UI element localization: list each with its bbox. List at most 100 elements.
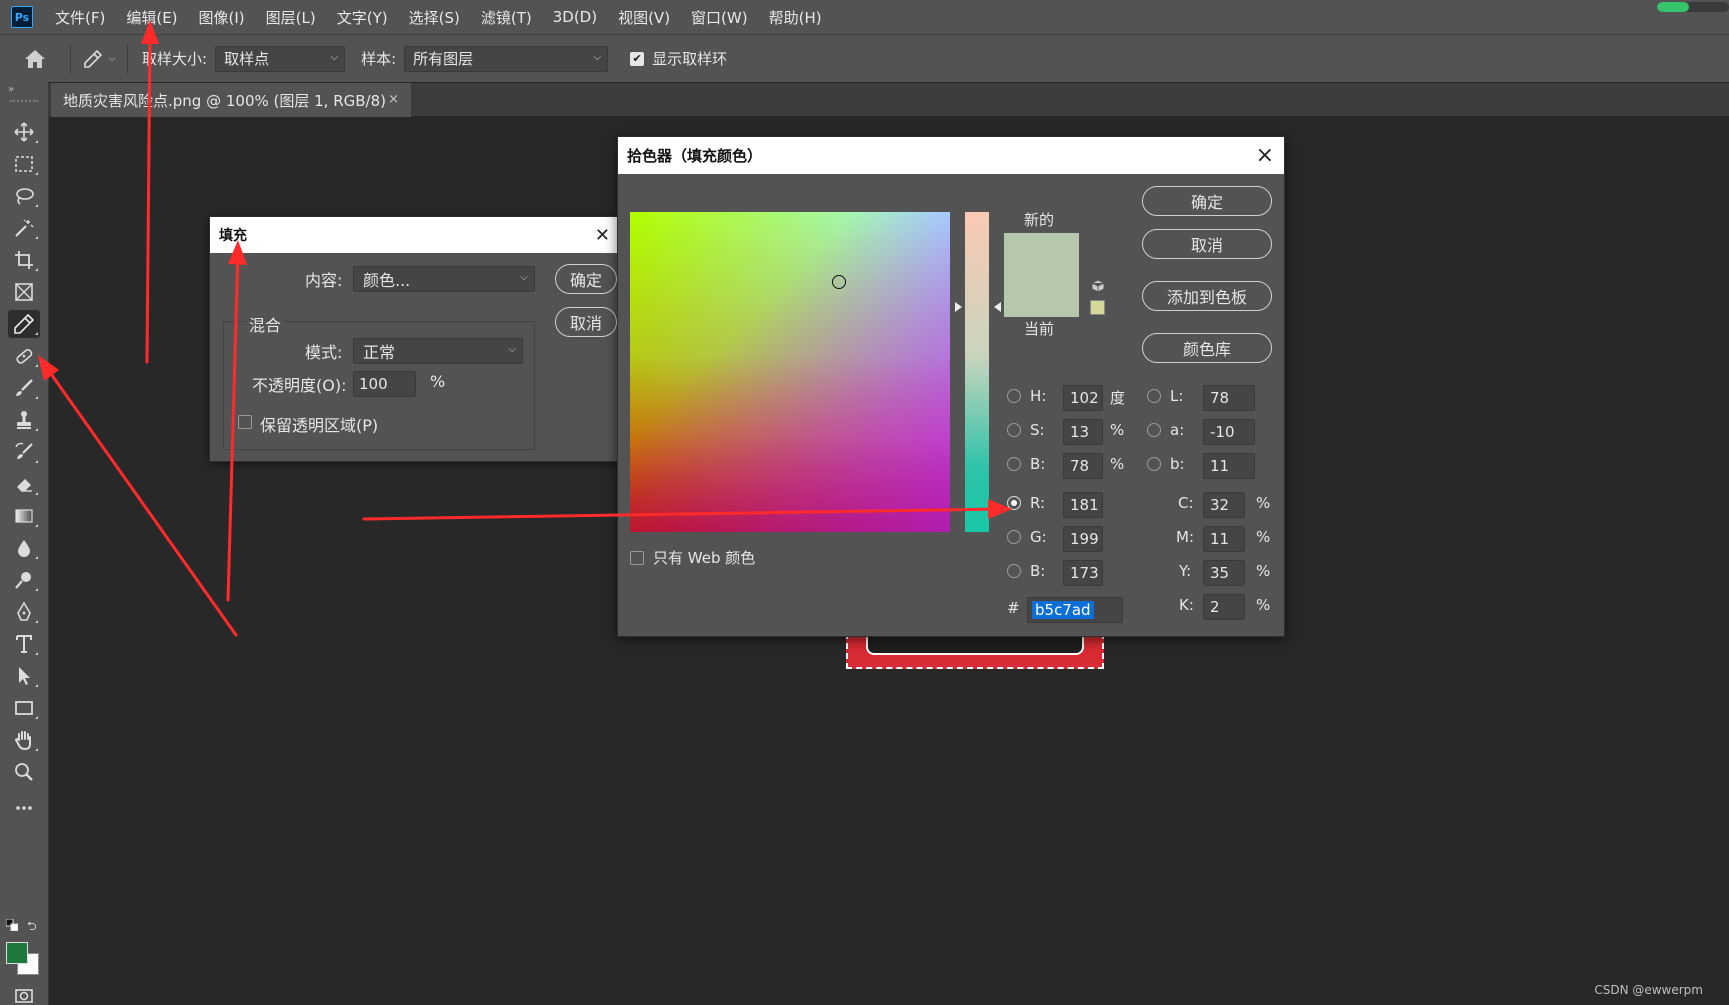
- menu-window[interactable]: 窗口(W): [691, 7, 748, 28]
- gradient-tool[interactable]: [8, 502, 40, 530]
- mode-select[interactable]: 正常 ⌵: [353, 338, 523, 364]
- magic-wand-tool[interactable]: [8, 214, 40, 242]
- blue-radio[interactable]: [1007, 564, 1021, 578]
- brightness-radio[interactable]: [1007, 457, 1021, 471]
- out-of-gamut-cube-icon[interactable]: [1091, 279, 1105, 293]
- color-libraries-button[interactable]: 颜色库: [1142, 333, 1272, 363]
- red-input[interactable]: 181: [1063, 492, 1103, 518]
- dodge-tool[interactable]: [8, 566, 40, 594]
- hand-tool[interactable]: [8, 726, 40, 754]
- lab-a-input[interactable]: -10: [1203, 419, 1255, 445]
- hue-slider-right-arrow[interactable]: [994, 302, 1001, 312]
- brush-tool[interactable]: [8, 374, 40, 402]
- fill-cancel-button[interactable]: 取消: [555, 307, 617, 337]
- menu-3d[interactable]: 3D(D): [553, 8, 597, 26]
- quick-mask-button[interactable]: [8, 982, 40, 1005]
- menu-layer[interactable]: 图层(L): [266, 7, 316, 28]
- preserve-transparency-checkbox[interactable]: [238, 415, 252, 429]
- path-selection-tool[interactable]: [8, 662, 40, 690]
- content-value: 颜色...: [363, 271, 411, 290]
- sample-select[interactable]: 所有图层 ⌵: [404, 45, 609, 72]
- blue-input[interactable]: 173: [1063, 560, 1103, 586]
- move-tool[interactable]: [8, 118, 40, 146]
- cyan-unit: %: [1256, 494, 1271, 512]
- tool-preset-picker[interactable]: ⌵: [71, 49, 127, 69]
- hue-input[interactable]: 102: [1063, 385, 1103, 411]
- saturation-radio[interactable]: [1007, 423, 1021, 437]
- collapse-icon[interactable]: »: [8, 84, 14, 95]
- opacity-input[interactable]: 100: [353, 371, 416, 397]
- document-tab[interactable]: 地质灾害风险点.png @ 100% (图层 1, RGB/8) ×: [51, 83, 411, 117]
- hue-radio[interactable]: [1007, 389, 1021, 403]
- picker-ok-button[interactable]: 确定: [1142, 186, 1272, 216]
- marquee-tool[interactable]: [8, 150, 40, 178]
- history-brush-tool[interactable]: [8, 438, 40, 466]
- menu-image[interactable]: 图像(I): [199, 7, 245, 28]
- add-to-swatches-button[interactable]: 添加到色板: [1142, 281, 1272, 311]
- canvas-selection-content: [846, 633, 1104, 669]
- menu-filter[interactable]: 滤镜(T): [481, 7, 532, 28]
- magenta-input[interactable]: 11: [1203, 526, 1245, 552]
- close-icon[interactable]: ✕: [595, 225, 610, 246]
- sample-size-select[interactable]: 取样点 ⌵: [215, 45, 346, 72]
- saturation-brightness-field[interactable]: [630, 212, 950, 532]
- pen-tool[interactable]: [8, 598, 40, 626]
- hue-slider-left-arrow[interactable]: [955, 302, 962, 312]
- web-colors-only-checkbox[interactable]: [630, 551, 644, 565]
- menu-view[interactable]: 视图(V): [618, 7, 670, 28]
- type-icon: [16, 635, 32, 653]
- swap-colors-icon[interactable]: ⮌: [27, 917, 37, 938]
- clone-stamp-tool[interactable]: [8, 406, 40, 434]
- zoom-tool[interactable]: [8, 758, 40, 786]
- yellow-input[interactable]: 35: [1203, 560, 1245, 586]
- foreground-color-swatch[interactable]: [6, 942, 28, 964]
- red-radio[interactable]: [1007, 496, 1021, 510]
- crop-tool[interactable]: [8, 246, 40, 274]
- lab-a-radio[interactable]: [1147, 423, 1161, 437]
- saturation-input[interactable]: 13: [1063, 419, 1103, 445]
- current-color-swatch[interactable]: [1004, 275, 1079, 317]
- lasso-icon: [16, 188, 34, 205]
- green-radio[interactable]: [1007, 530, 1021, 544]
- close-icon[interactable]: ×: [388, 92, 399, 107]
- default-colors-icon[interactable]: [6, 919, 18, 931]
- path-selection-icon: [19, 667, 30, 685]
- lab-l-input[interactable]: 78: [1203, 385, 1255, 411]
- hue-slider[interactable]: [965, 212, 989, 532]
- healing-brush-tool[interactable]: [8, 342, 40, 370]
- eraser-tool[interactable]: [8, 470, 40, 498]
- hex-input[interactable]: b5c7ad: [1027, 597, 1123, 623]
- lab-l-radio[interactable]: [1147, 389, 1161, 403]
- cyan-label: C:: [1178, 494, 1194, 512]
- lab-b-label: b:: [1170, 455, 1185, 473]
- hand-icon: [14, 731, 31, 751]
- web-safe-swatch[interactable]: [1090, 300, 1105, 315]
- chevron-down-icon: ⌵: [593, 51, 602, 63]
- lab-b-input[interactable]: 11: [1203, 453, 1255, 479]
- content-select[interactable]: 颜色... ⌵: [353, 266, 535, 292]
- fill-ok-button[interactable]: 确定: [555, 264, 617, 294]
- more-tools-icon: [16, 806, 32, 810]
- home-button[interactable]: [0, 49, 70, 69]
- picker-cancel-button[interactable]: 取消: [1142, 229, 1272, 259]
- brightness-input[interactable]: 78: [1063, 453, 1103, 479]
- black-input[interactable]: 2: [1203, 594, 1245, 620]
- panel-grip[interactable]: [10, 100, 38, 104]
- eyedropper-tool[interactable]: [8, 310, 40, 338]
- green-input[interactable]: 199: [1063, 526, 1103, 552]
- type-tool[interactable]: [8, 630, 40, 658]
- menu-help[interactable]: 帮助(H): [769, 7, 822, 28]
- menu-select[interactable]: 选择(S): [409, 7, 460, 28]
- frame-tool[interactable]: [8, 278, 40, 306]
- menu-type[interactable]: 文字(Y): [337, 7, 388, 28]
- show-ring-checkbox[interactable]: ✔: [630, 51, 645, 66]
- blur-tool[interactable]: [8, 534, 40, 562]
- close-icon[interactable]: ×: [1256, 143, 1274, 168]
- menu-file[interactable]: 文件(F): [55, 7, 105, 28]
- lasso-tool[interactable]: [8, 182, 40, 210]
- cyan-input[interactable]: 32: [1203, 492, 1245, 518]
- more-tools-button[interactable]: [8, 794, 40, 822]
- rectangle-tool[interactable]: [8, 694, 40, 722]
- menu-edit[interactable]: 编辑(E): [126, 7, 177, 28]
- lab-b-radio[interactable]: [1147, 457, 1161, 471]
